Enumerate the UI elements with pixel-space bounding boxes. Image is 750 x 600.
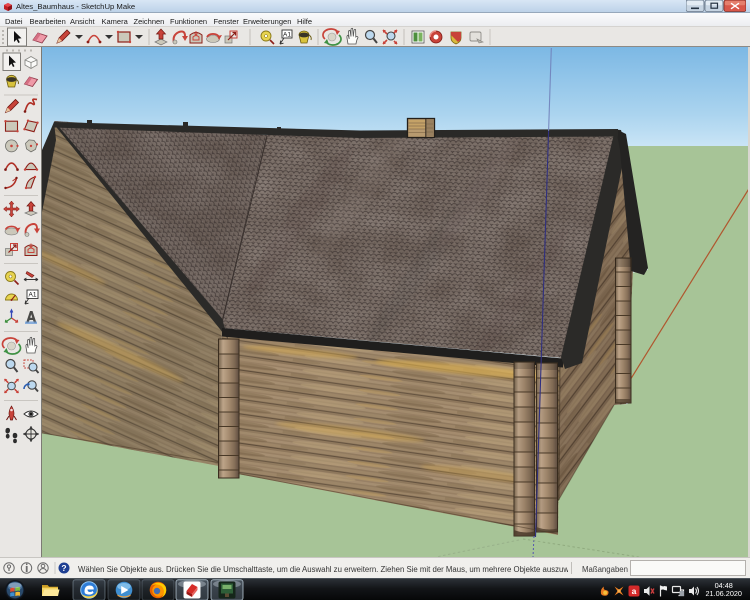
svg-text:?: ? (61, 563, 66, 573)
svg-text:A1: A1 (29, 291, 37, 298)
svg-text:A1: A1 (283, 32, 291, 39)
svg-text:a: a (632, 586, 637, 596)
